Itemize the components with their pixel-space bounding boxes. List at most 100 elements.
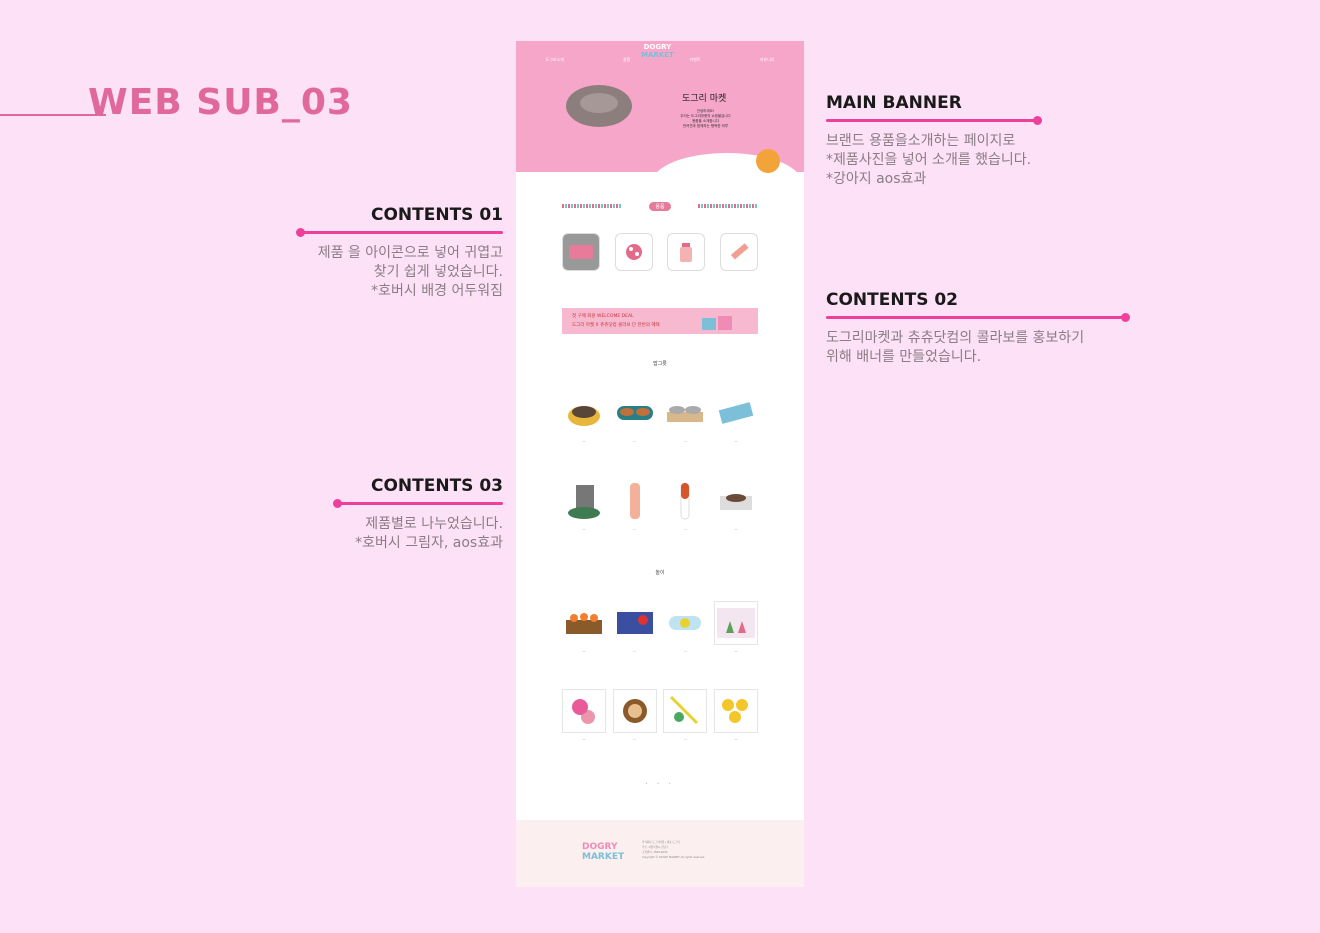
product-image: [562, 479, 606, 523]
promo-line-1: 첫 구매 회원 WELCOME DEAL: [572, 314, 634, 319]
banner-text: 안녕하세요! 우리는 도그리마켓의 쇼핑몰입니다 용품을 소개합니다 반려견과 …: [668, 109, 743, 129]
product-image: [663, 479, 707, 523]
annotation-contents-03: CONTENTS 03 제품별로 나누었습니다. *호버시 그림자, aos효과: [333, 476, 503, 553]
decorative-dots: [697, 204, 758, 208]
footer-line: Copyright © DOGRY MARKET All rights rese…: [642, 856, 706, 859]
nav-item[interactable]: 커뮤니티: [760, 57, 775, 63]
annotation-dot: [1033, 116, 1042, 125]
annotation-line-text: 위해 배너를 만들었습니다.: [826, 349, 982, 365]
site-nav: 도그리소개 용품 이벤트 커뮤니티: [516, 57, 804, 63]
annotation-heading: CONTENTS 03: [370, 476, 503, 496]
annotation-text: 제품별로 나누었습니다. *호버시 그림자, aos효과: [335, 515, 503, 553]
annotation-heading: MAIN BANNER: [826, 93, 962, 113]
annotation-contents-02: CONTENTS 02 도그리마켓과 츄츄닷컴의 콜라보를 홍보하기 위해 배너…: [826, 290, 1136, 367]
product-image: [713, 601, 758, 645]
footer-logo: DOGRY MARKET: [582, 842, 624, 862]
product-image: [562, 601, 606, 645]
annotation-text: 브랜드 용품을소개하는 페이지로 *제품사진을 넣어 소개를 했습니다. *강아…: [826, 132, 1046, 189]
product-card[interactable]: —: [612, 689, 657, 741]
annotation-line-text: 브랜드 용품을소개하는 페이지로: [826, 133, 1016, 149]
product-card[interactable]: —: [713, 601, 758, 653]
product-image: [663, 689, 708, 733]
product-name: —: [633, 737, 637, 741]
product-image: [613, 601, 657, 645]
category-icon-stick[interactable]: [719, 233, 758, 271]
product-card[interactable]: —: [714, 391, 758, 443]
annotation-text: 도그리마켓과 츄츄닷컴의 콜라보를 홍보하기 위해 배너를 만들었습니다.: [826, 329, 1136, 367]
annotation-line-text: 도그리마켓과 츄츄닷컴의 콜라보를 홍보하기: [826, 330, 1085, 346]
product-card[interactable]: —: [663, 479, 707, 531]
logo-text-bottom: MARKET: [582, 852, 625, 862]
product-name: —: [734, 527, 738, 531]
nav-item[interactable]: 이벤트: [690, 57, 701, 63]
product-card[interactable]: —: [562, 479, 606, 531]
product-image: [562, 689, 606, 733]
ball-icon: [625, 244, 642, 260]
annotation-contents-01: CONTENTS 01 제품 을 아이콘으로 넣어 귀엽고 찾기 쉽게 넣었습니…: [296, 205, 503, 301]
annotation-line-text: *강아지 aos효과: [826, 171, 927, 187]
product-image: [663, 601, 707, 645]
annotation-text: 제품 을 아이콘으로 넣어 귀엽고 찾기 쉽게 넣었습니다. *호버시 배경 어…: [298, 244, 503, 301]
website-mockup: DOGRY MARKET 도그리소개 용품 이벤트 커뮤니티 도그리 마켓 안녕…: [516, 41, 804, 887]
product-card[interactable]: —: [613, 391, 657, 443]
product-image: [714, 391, 758, 435]
nav-item[interactable]: 용품: [623, 57, 630, 63]
main-banner: 도그리 마켓 안녕하세요! 우리는 도그리마켓의 쇼핑몰입니다 용품을 소개합니…: [516, 65, 804, 213]
annotation-heading: CONTENTS 02: [826, 290, 959, 310]
mat-icon: [569, 245, 593, 259]
product-name: —: [582, 649, 586, 653]
product-name: —: [633, 649, 637, 653]
product-name: —: [734, 439, 738, 443]
annotation-line-text: *제품사진을 넣어 소개를 했습니다.: [826, 152, 1032, 168]
annotation-line-text: 제품 을 아이콘으로 넣어 귀엽고: [317, 245, 503, 261]
title-underline: [0, 114, 106, 116]
annotation-line-text: 제품별로 나누었습니다.: [365, 516, 503, 532]
category-label: 놀이: [655, 570, 665, 576]
decorative-dots: [562, 204, 622, 208]
product-name: —: [582, 439, 586, 443]
collab-promo-banner[interactable]: 첫 구매 회원 WELCOME DEAL 도그리 마켓 X 츄츄닷컴 콜라보 단…: [562, 308, 758, 334]
product-row: — — — —: [562, 689, 758, 741]
gift-icon: [702, 316, 732, 330]
product-image: [613, 391, 657, 435]
product-card[interactable]: —: [713, 689, 758, 741]
product-card[interactable]: —: [663, 689, 708, 741]
product-name: —: [683, 439, 687, 443]
annotation-heading: CONTENTS 01: [370, 205, 503, 225]
product-card[interactable]: —: [613, 601, 657, 653]
annotation-dot: [333, 499, 342, 508]
product-card[interactable]: —: [613, 479, 657, 531]
annotation-line: [333, 499, 503, 508]
product-card[interactable]: —: [663, 601, 707, 653]
cushion-image: [566, 85, 632, 127]
annotation-line: [296, 228, 503, 237]
product-name: —: [582, 527, 586, 531]
product-image: [562, 391, 606, 435]
product-image: [613, 479, 657, 523]
product-row: — — — —: [562, 391, 758, 443]
annotation-line-text: 찾기 쉽게 넣었습니다.: [373, 264, 503, 280]
product-name: —: [633, 527, 637, 531]
category-icon-mat[interactable]: [562, 233, 600, 271]
product-name: —: [734, 649, 738, 653]
product-card[interactable]: —: [562, 689, 606, 741]
bottle-icon: [680, 243, 693, 262]
annotation-dot: [296, 228, 305, 237]
category-icon-ball[interactable]: [614, 233, 653, 271]
logo-text-top: DOGRY: [582, 842, 618, 852]
product-name: —: [683, 527, 687, 531]
stick-icon: [730, 243, 749, 260]
product-card[interactable]: —: [714, 479, 758, 531]
banner-title: 도그리 마켓: [682, 94, 727, 104]
annotation-line-text: *호버시 그림자, aos효과: [355, 535, 503, 551]
product-card[interactable]: —: [562, 391, 606, 443]
product-name: —: [734, 737, 738, 741]
product-card[interactable]: —: [663, 391, 707, 443]
pagination[interactable]: • • •: [516, 781, 804, 786]
category-icon-bottle[interactable]: [667, 233, 706, 271]
nav-item[interactable]: 도그리소개: [546, 57, 564, 63]
product-image: [713, 689, 758, 733]
category-icons: [562, 233, 758, 271]
product-card[interactable]: —: [562, 601, 606, 653]
site-footer: DOGRY MARKET 주식회사 도그리마켓 | 대표 도그리 주소: 서울특…: [516, 820, 804, 887]
